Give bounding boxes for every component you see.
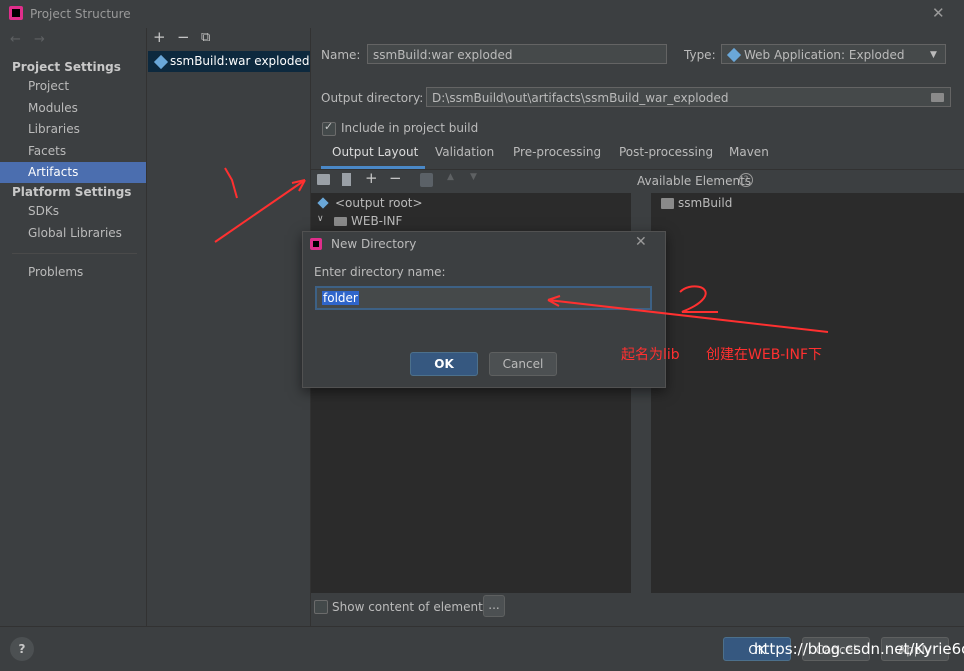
annotation-arrow-1 — [214, 179, 306, 243]
annotation-note-name: 起名为lib — [621, 347, 680, 363]
annotation-mark-1-stroke — [224, 167, 238, 199]
annotation-mark-2-stroke — [679, 285, 718, 313]
annotation-overlay — [214, 167, 829, 333]
annotation-note-create: 创建在WEB-INF下 — [706, 347, 822, 363]
annotation-arrow-2 — [547, 299, 829, 333]
